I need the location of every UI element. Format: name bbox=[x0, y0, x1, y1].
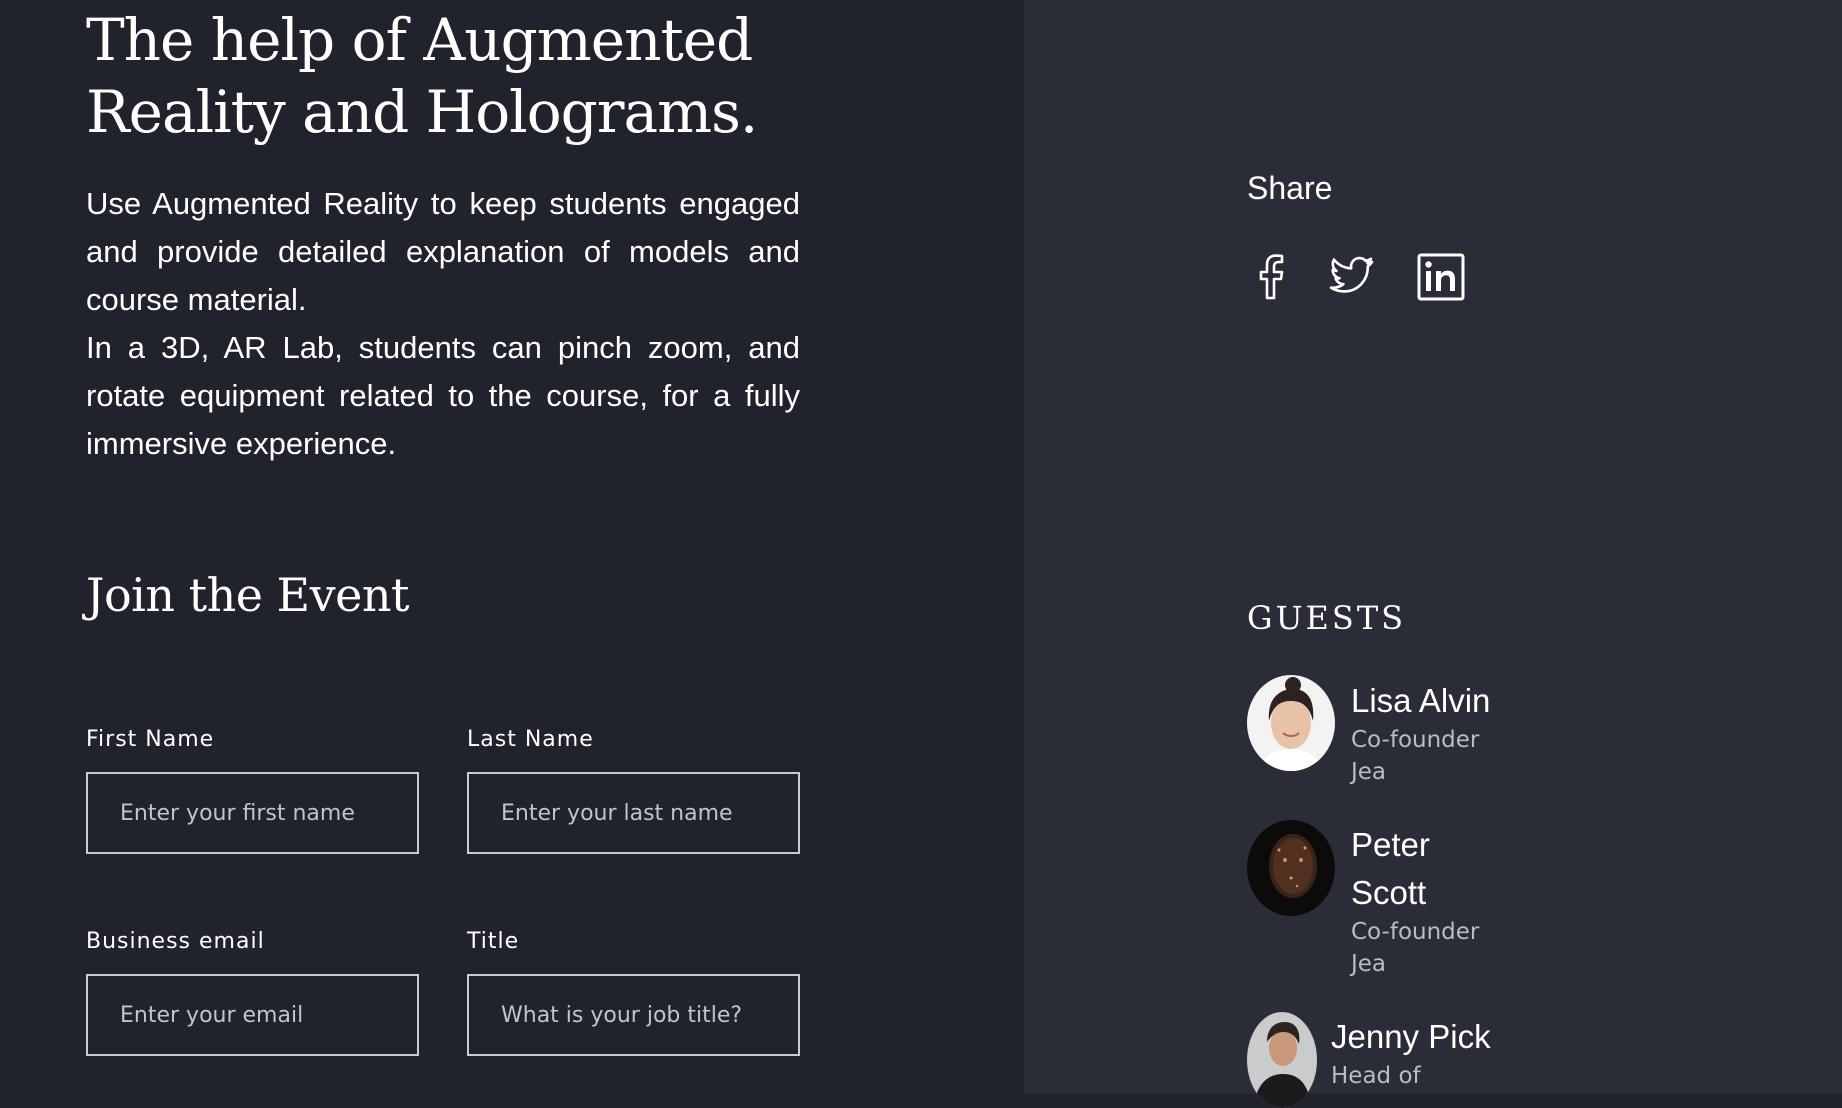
guest-role: Co-founder bbox=[1351, 919, 1480, 945]
guest-avatar-lisa-alvin[interactable] bbox=[1247, 675, 1335, 771]
first-name-label: First Name bbox=[86, 727, 215, 752]
event-title: The help of Augmented Reality and Hologr… bbox=[86, 4, 846, 148]
event-title-line-2: Reality and Holograms. bbox=[86, 78, 758, 146]
guest-name-last[interactable]: Scott bbox=[1351, 869, 1426, 917]
guest-avatar-peter-scott[interactable] bbox=[1247, 820, 1335, 916]
guest-company: Jea bbox=[1351, 759, 1387, 785]
guest-photo bbox=[1247, 675, 1335, 771]
guest-role: Co-founder bbox=[1351, 727, 1480, 753]
linkedin-icon[interactable] bbox=[1414, 250, 1468, 304]
first-name-input[interactable] bbox=[86, 772, 419, 854]
business-email-input[interactable] bbox=[86, 974, 419, 1056]
share-label: Share bbox=[1247, 170, 1333, 206]
job-title-input[interactable] bbox=[467, 974, 800, 1056]
job-title-label: Title bbox=[467, 929, 520, 954]
description-paragraph-1: Use Augmented Reality to keep students e… bbox=[86, 186, 800, 317]
guest-role: Head of bbox=[1331, 1063, 1421, 1089]
last-name-label: Last Name bbox=[467, 727, 594, 752]
twitter-icon[interactable] bbox=[1324, 250, 1378, 304]
guest-company: Jea bbox=[1351, 951, 1387, 977]
facebook-icon[interactable] bbox=[1244, 250, 1298, 304]
description-paragraph-2: In a 3D, AR Lab, students can pinch zoom… bbox=[86, 330, 800, 461]
business-email-label: Business email bbox=[86, 929, 265, 954]
join-event-heading: Join the Event bbox=[86, 568, 409, 622]
event-title-line-1: The help of Augmented bbox=[86, 6, 753, 74]
last-name-input[interactable] bbox=[467, 772, 800, 854]
event-details-panel: The help of Augmented Reality and Hologr… bbox=[0, 0, 1024, 1094]
guests-heading: GUESTS bbox=[1247, 599, 1407, 637]
guest-name[interactable]: Jenny Pick bbox=[1331, 1013, 1491, 1061]
event-description: Use Augmented Reality to keep students e… bbox=[86, 180, 800, 468]
guest-name-first[interactable]: Peter bbox=[1351, 821, 1430, 869]
guest-photo bbox=[1247, 820, 1335, 916]
guest-name[interactable]: Lisa Alvin bbox=[1351, 677, 1490, 725]
